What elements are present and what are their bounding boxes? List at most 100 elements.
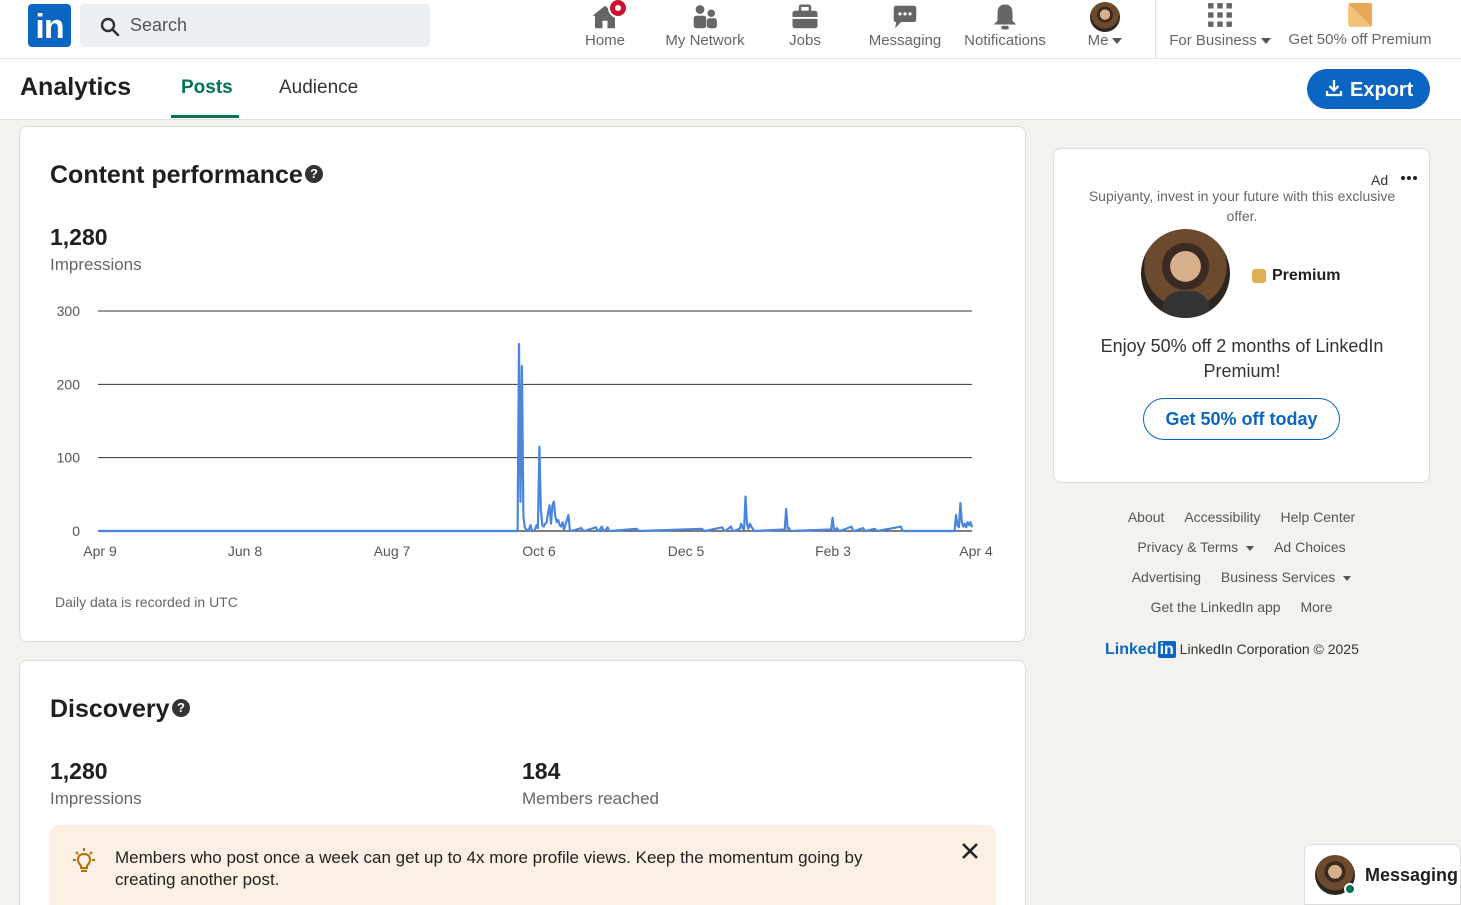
nav-home-label: Home bbox=[584, 32, 625, 49]
bell-icon bbox=[993, 4, 1017, 30]
search-box[interactable] bbox=[80, 4, 430, 47]
nav-home[interactable]: Home bbox=[575, 0, 635, 58]
discovery-impressions-value: 1,280 bbox=[50, 758, 108, 784]
tab-posts[interactable]: Posts bbox=[181, 77, 233, 99]
chevron-down-icon bbox=[1112, 38, 1123, 45]
tab-audience[interactable]: Audience bbox=[279, 77, 358, 99]
nav-my-network[interactable]: My Network bbox=[660, 0, 750, 58]
linkedin-logo[interactable]: in bbox=[28, 4, 71, 47]
more-icon[interactable] bbox=[1400, 175, 1418, 181]
messaging-label: Messaging bbox=[1365, 865, 1459, 885]
premium-icon bbox=[1252, 269, 1266, 283]
footer-link-more[interactable]: More bbox=[1300, 599, 1332, 615]
y-tick-label: 100 bbox=[57, 450, 81, 466]
x-tick-label: Jun 8 bbox=[228, 543, 262, 559]
impressions-label: Impressions bbox=[50, 255, 142, 274]
chevron-down-icon bbox=[1260, 38, 1271, 45]
export-button[interactable]: Export bbox=[1307, 69, 1430, 109]
footer-link-advertising[interactable]: Advertising bbox=[1132, 569, 1201, 585]
online-status-indicator bbox=[1344, 883, 1356, 895]
nav-notifications-label: Notifications bbox=[964, 32, 1046, 49]
footer-link-privacy-label: Privacy & Terms bbox=[1137, 539, 1239, 555]
series-line bbox=[98, 342, 974, 533]
export-label: Export bbox=[1350, 79, 1414, 101]
top-navigation: in Home My Network Jobs Messaging Notifi… bbox=[0, 0, 1461, 59]
members-reached-label: Members reached bbox=[522, 789, 660, 808]
premium-icon bbox=[1348, 3, 1372, 27]
page-title: Analytics bbox=[20, 73, 132, 101]
footer-link-app[interactable]: Get the LinkedIn app bbox=[1151, 599, 1281, 615]
nav-messaging-label: Messaging bbox=[868, 32, 942, 49]
y-tick-label: 0 bbox=[72, 523, 80, 539]
x-tick-label: Aug 7 bbox=[374, 543, 411, 559]
footer-link-business-label: Business Services bbox=[1220, 569, 1336, 585]
nav-me-wrap: Me bbox=[1075, 32, 1135, 49]
x-tick-label: Feb 3 bbox=[815, 543, 851, 559]
x-tick-label: Dec 5 bbox=[668, 543, 705, 559]
x-tick-label: Oct 6 bbox=[522, 543, 556, 559]
notification-badge bbox=[608, 0, 628, 18]
footer-link-ad-choices[interactable]: Ad Choices bbox=[1274, 539, 1346, 555]
impressions-line-chart: 0 100 200 300 Apr 9 Jun 8 Aug 7 Oct 6 Dec 5 Feb 3… bbox=[57, 303, 993, 559]
nav-my-network-label: My Network bbox=[665, 32, 745, 49]
copyright-text: LinkedIn Corporation © 2025 bbox=[1179, 641, 1359, 657]
footer-link-privacy[interactable]: Privacy & Terms bbox=[1137, 539, 1255, 555]
chevron-down-icon bbox=[1343, 575, 1352, 581]
briefcase-icon bbox=[792, 4, 818, 29]
nav-divider bbox=[1155, 0, 1156, 58]
nav-jobs-label: Jobs bbox=[789, 32, 821, 49]
nav-premium-label: Get 50% off Premium bbox=[1288, 31, 1432, 48]
download-icon bbox=[1325, 80, 1343, 97]
search-input[interactable] bbox=[130, 4, 410, 47]
premium-label: Premium bbox=[1272, 267, 1341, 284]
grid-icon bbox=[1208, 3, 1232, 27]
premium-ad-card: Ad Supiyanty, invest in your future with… bbox=[1053, 148, 1430, 483]
footer-link-accessibility[interactable]: Accessibility bbox=[1184, 509, 1260, 525]
messaging-overlay[interactable]: Messaging bbox=[1304, 844, 1461, 905]
nav-me[interactable]: Me bbox=[1075, 0, 1135, 58]
help-icon[interactable]: ? bbox=[305, 165, 323, 183]
nav-for-business-label: For Business bbox=[1169, 32, 1257, 49]
tab-posts-indicator bbox=[171, 115, 239, 118]
copyright: Linked in LinkedIn Corporation © 2025 bbox=[1105, 641, 1359, 659]
footer-row: Advertising Business Services bbox=[1053, 569, 1430, 585]
utc-note: Daily data is recorded in UTC bbox=[55, 594, 238, 610]
footer-row: About Accessibility Help Center bbox=[1053, 509, 1430, 525]
nav-jobs[interactable]: Jobs bbox=[775, 0, 835, 58]
avatar bbox=[1090, 2, 1120, 32]
x-tick-label: Apr 4 bbox=[959, 543, 993, 559]
impressions-value: 1,280 bbox=[50, 224, 108, 250]
nav-business-wrap: For Business bbox=[1165, 32, 1275, 49]
discovery-impressions-label: Impressions bbox=[50, 789, 142, 808]
wordmark-in: in bbox=[1157, 641, 1176, 658]
x-tick-label: Apr 9 bbox=[83, 543, 117, 559]
wordmark-text: Linked bbox=[1105, 641, 1157, 658]
ad-headline: Enjoy 50% off 2 months of LinkedIn Premi… bbox=[1100, 336, 1384, 381]
discovery-title: Discovery bbox=[50, 695, 170, 723]
nav-messaging[interactable]: Messaging bbox=[860, 0, 950, 58]
tip-text: Members who post once a week can get up … bbox=[115, 848, 863, 889]
help-icon[interactable]: ? bbox=[172, 699, 190, 717]
footer-link-about[interactable]: About bbox=[1128, 509, 1165, 525]
chat-icon bbox=[893, 5, 917, 29]
linkedin-wordmark: Linked in bbox=[1105, 641, 1176, 658]
close-icon[interactable] bbox=[960, 841, 980, 861]
posting-tip-banner: Members who post once a week can get up … bbox=[50, 825, 996, 905]
footer-row: Privacy & Terms Ad Choices bbox=[1053, 539, 1430, 555]
nav-me-label: Me bbox=[1087, 32, 1109, 49]
content-performance-title: Content performance bbox=[50, 161, 303, 189]
nav-premium[interactable]: Get 50% off Premium bbox=[1285, 0, 1435, 58]
get-premium-button[interactable]: Get 50% off today bbox=[1143, 398, 1340, 440]
ad-text: Supiyanty, invest in your future with th… bbox=[1088, 188, 1396, 224]
lightbulb-icon bbox=[73, 848, 95, 872]
search-icon bbox=[100, 17, 120, 37]
y-tick-label: 300 bbox=[57, 303, 81, 319]
nav-for-business[interactable]: For Business bbox=[1165, 0, 1275, 58]
footer-row: Get the LinkedIn app More bbox=[1053, 599, 1430, 615]
nav-notifications[interactable]: Notifications bbox=[955, 0, 1055, 58]
members-reached-value: 184 bbox=[522, 758, 561, 784]
footer-link-help-center[interactable]: Help Center bbox=[1280, 509, 1355, 525]
footer-link-business-services[interactable]: Business Services bbox=[1220, 569, 1352, 585]
content-performance-card: Content performance ? 1,280 Impressions … bbox=[19, 126, 1026, 642]
y-tick-label: 200 bbox=[57, 376, 81, 392]
